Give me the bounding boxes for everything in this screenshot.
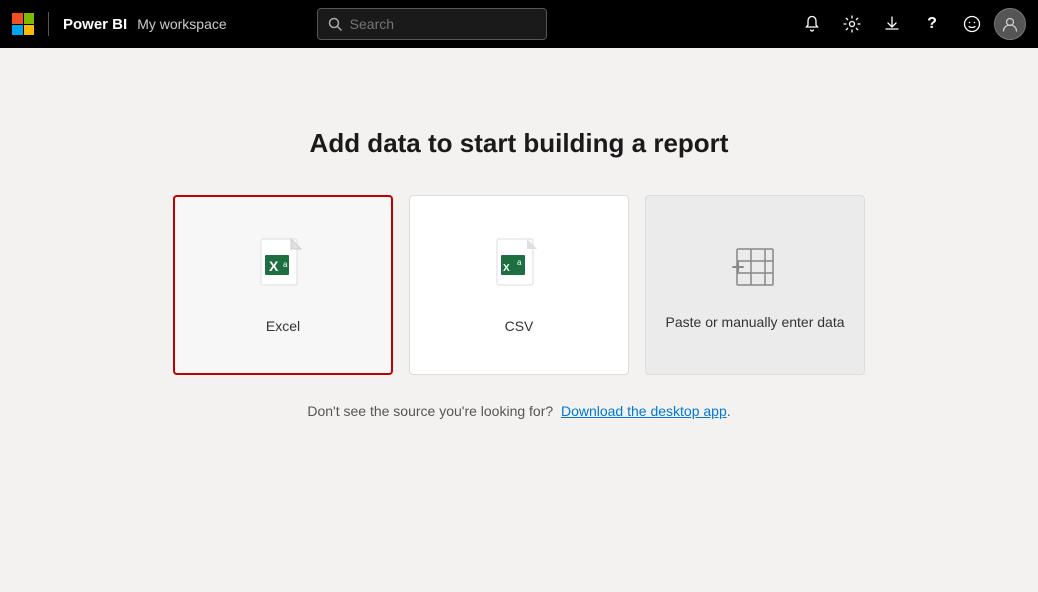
topbar: Power BI My workspace: [0, 0, 1038, 48]
csv-label: CSV: [497, 318, 542, 334]
svg-text:X: X: [503, 263, 510, 274]
settings-button[interactable]: [834, 6, 870, 42]
paste-card[interactable]: Paste or manually enter data: [645, 195, 865, 375]
topbar-icons: ?: [794, 6, 1026, 42]
excel-label: Excel: [258, 318, 308, 334]
gear-icon: [843, 15, 861, 33]
excel-icon: X a: [257, 237, 309, 302]
search-icon: [328, 17, 342, 31]
csv-icon: X a: [493, 237, 545, 302]
svg-text:X: X: [269, 258, 279, 274]
paste-label: Paste or manually enter data: [658, 314, 853, 330]
microsoft-logo: [12, 13, 34, 35]
help-button[interactable]: ?: [914, 6, 950, 42]
search-box[interactable]: [317, 8, 547, 40]
workspace-name: My workspace: [137, 16, 226, 32]
topbar-divider: [48, 12, 49, 36]
notifications-button[interactable]: [794, 6, 830, 42]
search-input[interactable]: [350, 16, 536, 32]
svg-text:a: a: [283, 260, 288, 269]
feedback-button[interactable]: [954, 6, 990, 42]
excel-card[interactable]: X a Excel: [173, 195, 393, 375]
bell-icon: [803, 15, 821, 33]
paste-icon: [729, 241, 781, 298]
main-content: Add data to start building a report X a: [0, 48, 1038, 592]
smiley-icon: [963, 15, 981, 33]
footer-text: Don't see the source you're looking for?: [307, 403, 553, 419]
page-title: Add data to start building a report: [310, 128, 729, 159]
data-source-cards: X a Excel X a CSV: [173, 195, 865, 375]
download-icon: [883, 15, 901, 33]
avatar-icon: [1001, 15, 1019, 33]
footer-period: .: [727, 403, 731, 419]
product-name: Power BI: [63, 16, 127, 33]
download-button[interactable]: [874, 6, 910, 42]
footer: Don't see the source you're looking for?…: [307, 403, 730, 419]
csv-card[interactable]: X a CSV: [409, 195, 629, 375]
download-link[interactable]: Download the desktop app: [561, 403, 727, 419]
svg-text:a: a: [517, 258, 522, 267]
avatar-button[interactable]: [994, 8, 1026, 40]
help-icon: ?: [927, 15, 937, 33]
